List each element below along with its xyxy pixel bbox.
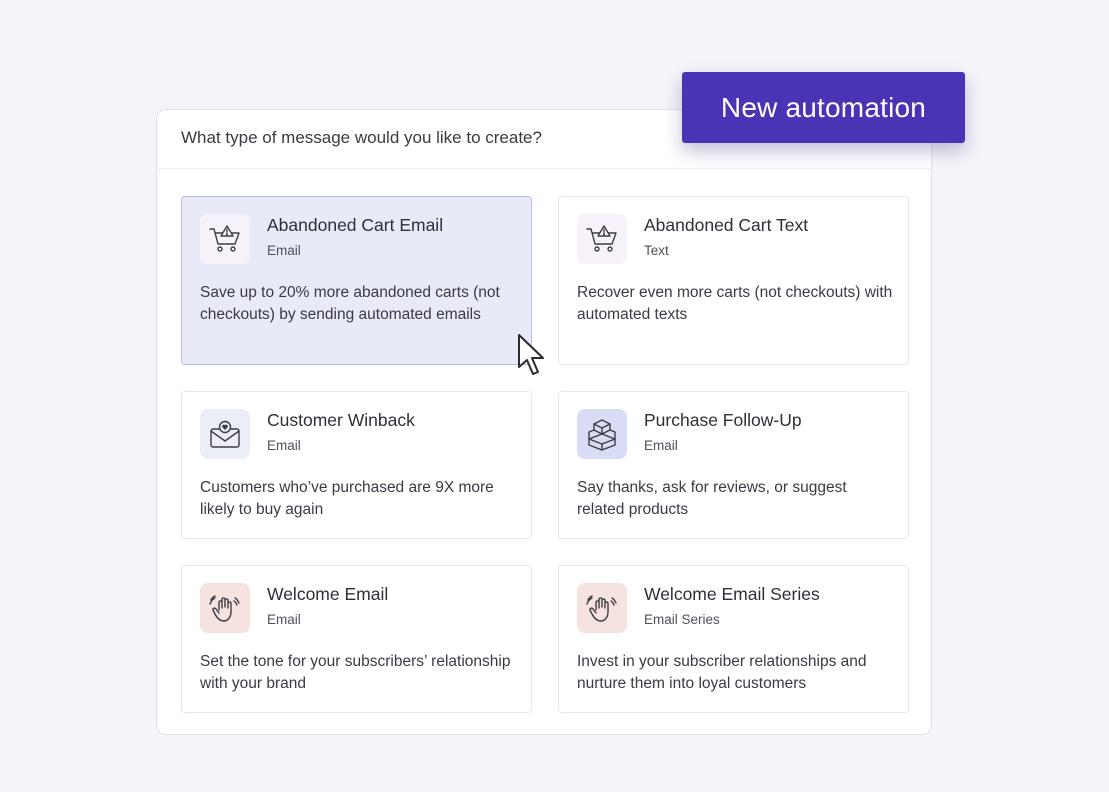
new-automation-button[interactable]: New automation: [682, 72, 965, 143]
envelope-heart-icon: [200, 409, 250, 459]
card-description: Invest in your subscriber relationships …: [577, 653, 867, 692]
stacked-boxes-icon: [577, 409, 627, 459]
card-title: Welcome Email Series: [644, 584, 820, 604]
card-description: Set the tone for your subscribers’ relat…: [200, 653, 511, 692]
card-title: Welcome Email: [267, 584, 389, 604]
new-automation-label: New automation: [720, 91, 927, 123]
card-description: Customers who’ve purchased are 9X more l…: [200, 479, 494, 518]
card-purchase-follow-up[interactable]: Purchase Follow-Up Email Say thanks, ask…: [558, 391, 909, 539]
waving-hand-icon: [577, 583, 627, 633]
card-welcome-email-series[interactable]: Welcome Email Series Email Series Invest…: [558, 565, 909, 713]
card-abandoned-cart-email[interactable]: Abandoned Cart Email Email Save up to 20…: [181, 196, 532, 365]
card-customer-winback[interactable]: Customer Winback Email Customers who’ve …: [181, 391, 532, 539]
mouse-pointer-icon: [518, 334, 544, 375]
card-type: Email Series: [644, 612, 720, 627]
shopping-cart-warning-icon: [577, 214, 627, 264]
card-title: Customer Winback: [267, 410, 415, 430]
card-description: Say thanks, ask for reviews, or suggest …: [577, 479, 847, 518]
card-type: Email: [267, 243, 301, 258]
message-type-panel: What type of message would you like to c…: [156, 109, 932, 735]
card-welcome-email[interactable]: Welcome Email Email Set the tone for you…: [181, 565, 532, 713]
waving-hand-icon: [200, 583, 250, 633]
card-type: Email: [267, 438, 301, 453]
card-title: Abandoned Cart Email: [267, 215, 444, 235]
card-type: Email: [267, 612, 301, 627]
card-type: Email: [644, 438, 678, 453]
card-description: Recover even more carts (not checkouts) …: [577, 284, 893, 323]
card-title: Abandoned Cart Text: [644, 215, 809, 235]
card-abandoned-cart-text[interactable]: Abandoned Cart Text Text Recover even mo…: [558, 196, 909, 365]
card-description: Save up to 20% more abandoned carts (not…: [200, 284, 500, 323]
panel-question: What type of message would you like to c…: [181, 128, 542, 147]
card-type: Text: [644, 243, 669, 258]
shopping-cart-warning-icon: [200, 214, 250, 264]
card-title: Purchase Follow-Up: [644, 410, 802, 430]
